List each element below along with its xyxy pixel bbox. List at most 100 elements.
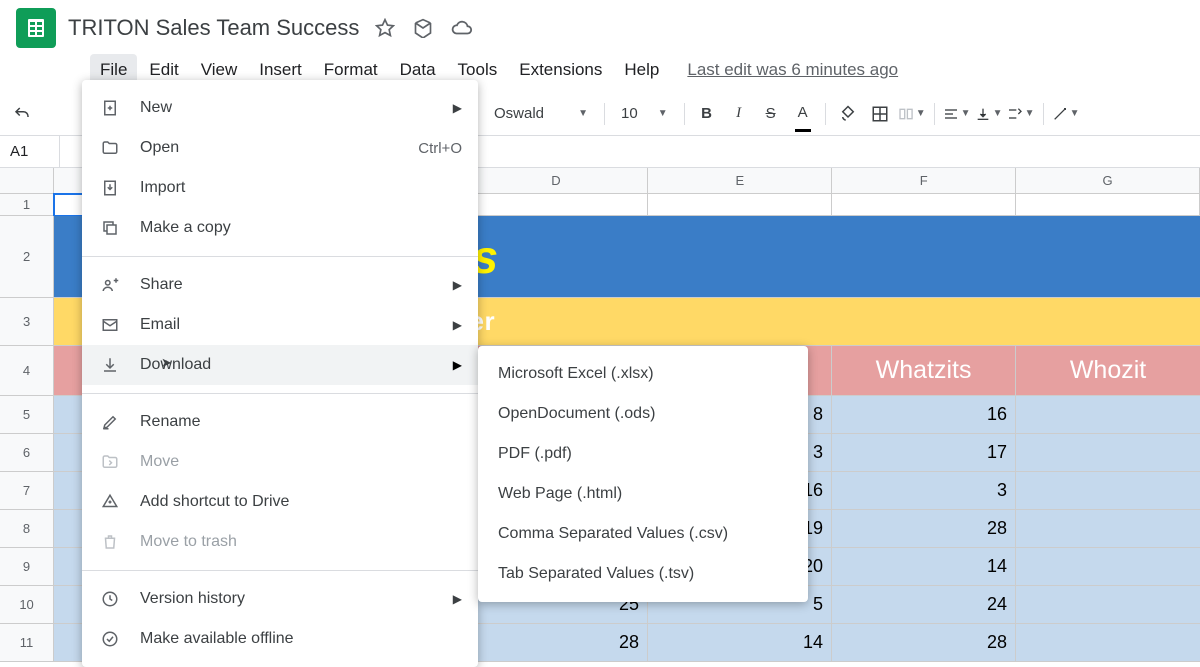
download-icon	[98, 356, 122, 374]
text-color-button[interactable]: A	[789, 100, 817, 128]
file-menu-email[interactable]: Email ▶	[82, 305, 478, 345]
star-icon[interactable]	[375, 17, 395, 39]
document-title[interactable]: TRITON Sales Team Success	[68, 15, 359, 41]
merge-button[interactable]: ▼	[898, 100, 926, 128]
label: Share	[140, 276, 183, 294]
cell[interactable]	[648, 194, 832, 216]
file-menu-add-shortcut[interactable]: Add shortcut to Drive	[82, 482, 478, 522]
cell[interactable]	[1016, 472, 1200, 510]
separator	[684, 103, 685, 125]
history-icon	[98, 590, 122, 608]
file-menu-make-copy[interactable]: Make a copy	[82, 208, 478, 248]
row-header[interactable]: 3	[0, 298, 54, 346]
wrap-button[interactable]: ▼	[1007, 100, 1035, 128]
row-header[interactable]: 1	[0, 194, 54, 216]
borders-button[interactable]	[866, 100, 894, 128]
menu-extensions[interactable]: Extensions	[509, 54, 612, 86]
cell[interactable]	[464, 194, 648, 216]
caret-down-icon: ▼	[916, 108, 926, 119]
file-menu-offline[interactable]: Make available offline	[82, 619, 478, 659]
cell[interactable]: 3	[832, 472, 1016, 510]
cell[interactable]	[1016, 548, 1200, 586]
drive-shortcut-icon	[98, 493, 122, 511]
file-menu-open[interactable]: Open Ctrl+O	[82, 128, 478, 168]
row-header[interactable]: 11	[0, 624, 54, 662]
strikethrough-button[interactable]: S	[757, 100, 785, 128]
file-menu-share[interactable]: Share ▶	[82, 265, 478, 305]
cell[interactable]: 14	[648, 624, 832, 662]
download-html[interactable]: Web Page (.html)	[478, 474, 808, 514]
row-header[interactable]: 9	[0, 548, 54, 586]
cell[interactable]	[1016, 434, 1200, 472]
download-csv[interactable]: Comma Separated Values (.csv)	[478, 514, 808, 554]
chevron-right-icon: ▶	[453, 318, 462, 332]
last-edit-link[interactable]: Last edit was 6 minutes ago	[687, 60, 898, 80]
font-selector[interactable]: Oswald▼	[486, 101, 596, 126]
redo-button[interactable]	[40, 100, 68, 128]
file-menu-new[interactable]: New ▶	[82, 88, 478, 128]
cell[interactable]: 28	[464, 624, 648, 662]
sheets-logo[interactable]	[16, 8, 56, 48]
row-header[interactable]: 5	[0, 396, 54, 434]
file-menu-rename[interactable]: Rename	[82, 402, 478, 442]
cell[interactable]	[1016, 396, 1200, 434]
chevron-right-icon: ▶	[453, 592, 462, 606]
cell[interactable]: 28	[832, 510, 1016, 548]
h-align-button[interactable]: ▼	[943, 100, 971, 128]
header-cell-whozit[interactable]: Whozit	[1016, 346, 1200, 396]
italic-button[interactable]: I	[725, 100, 753, 128]
download-ods[interactable]: OpenDocument (.ods)	[478, 394, 808, 434]
undo-button[interactable]	[8, 100, 36, 128]
font-size-selector[interactable]: 10▼	[613, 101, 676, 126]
separator	[934, 103, 935, 125]
column-header-g[interactable]: G	[1016, 168, 1200, 193]
caret-down-icon: ▼	[1070, 108, 1080, 119]
trash-icon	[98, 533, 122, 551]
cell[interactable]	[1016, 624, 1200, 662]
rotate-button[interactable]: ▼	[1052, 100, 1080, 128]
label: Rename	[140, 413, 200, 431]
row-header[interactable]: 7	[0, 472, 54, 510]
column-header-e[interactable]: E	[648, 168, 832, 193]
move-icon[interactable]	[413, 17, 433, 39]
cell[interactable]: 28	[832, 624, 1016, 662]
cloud-icon[interactable]	[451, 17, 473, 39]
file-menu-import[interactable]: Import	[82, 168, 478, 208]
download-pdf[interactable]: PDF (.pdf)	[478, 434, 808, 474]
v-align-button[interactable]: ▼	[975, 100, 1003, 128]
row-header[interactable]: 10	[0, 586, 54, 624]
cell[interactable]: 17	[832, 434, 1016, 472]
menu-help[interactable]: Help	[614, 54, 669, 86]
label: Add shortcut to Drive	[140, 493, 289, 511]
name-box[interactable]: A1	[0, 136, 60, 167]
cell[interactable]	[1016, 586, 1200, 624]
column-header-d[interactable]: D	[465, 168, 649, 193]
download-xlsx[interactable]: Microsoft Excel (.xlsx)	[478, 354, 808, 394]
fill-color-button[interactable]	[834, 100, 862, 128]
cell[interactable]: 24	[832, 586, 1016, 624]
bold-button[interactable]: B	[693, 100, 721, 128]
move-folder-icon	[98, 453, 122, 471]
label: New	[140, 99, 172, 117]
file-menu-download[interactable]: Download ➤ ▶	[82, 345, 478, 385]
cell[interactable]: 16	[832, 396, 1016, 434]
cell[interactable]: 14	[832, 548, 1016, 586]
email-icon	[98, 316, 122, 334]
header-cell-whatzits[interactable]: Whatzits	[832, 346, 1016, 396]
row-header[interactable]: 2	[0, 216, 54, 298]
column-header-f[interactable]: F	[832, 168, 1016, 193]
cell[interactable]	[832, 194, 1016, 216]
select-all-corner[interactable]	[0, 168, 54, 193]
row-header[interactable]: 4	[0, 346, 54, 396]
separator	[82, 570, 478, 571]
download-tsv[interactable]: Tab Separated Values (.tsv)	[478, 554, 808, 594]
separator	[82, 256, 478, 257]
new-icon	[98, 99, 122, 117]
file-menu-version-history[interactable]: Version history ▶	[82, 579, 478, 619]
folder-icon	[98, 139, 122, 157]
label: Version history	[140, 590, 245, 608]
row-header[interactable]: 8	[0, 510, 54, 548]
cell[interactable]	[1016, 194, 1200, 216]
cell[interactable]	[1016, 510, 1200, 548]
row-header[interactable]: 6	[0, 434, 54, 472]
